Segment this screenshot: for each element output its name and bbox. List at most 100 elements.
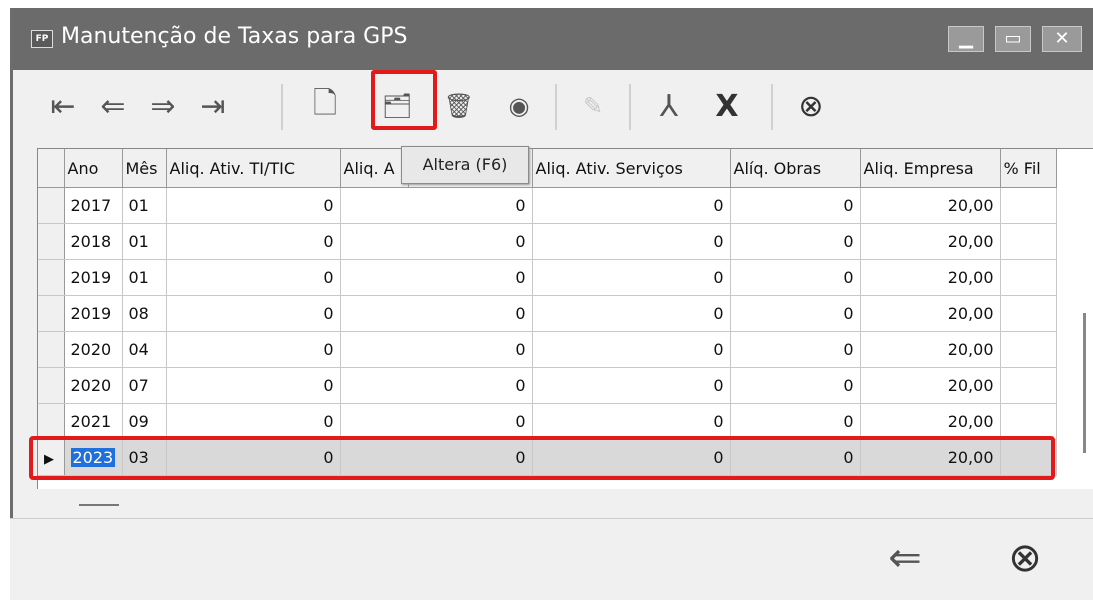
cell-aliq-a[interactable]: 0 [340, 223, 533, 260]
cell-aliq-a[interactable]: 0 [340, 259, 533, 296]
cell-aliq-empresa[interactable]: 20,00 [860, 223, 1001, 260]
cell-mes[interactable]: 01 [122, 223, 167, 260]
cell-ano[interactable]: 2019 [64, 259, 123, 296]
cell-fil[interactable] [1000, 187, 1057, 224]
cell-aliq-obras[interactable]: 0 [730, 223, 861, 260]
column-header-aliq-ti[interactable]: Aliq. Ativ. TI/TIC [166, 149, 341, 188]
first-record-button[interactable]: ⇤ [41, 82, 85, 130]
column-header-fil[interactable]: % Fil [1000, 149, 1057, 188]
next-record-button[interactable]: ⇒ [141, 82, 185, 130]
cell-mes[interactable]: 07 [122, 367, 167, 404]
cell-ano[interactable]: 2017 [64, 187, 123, 224]
cell-ano[interactable]: 2020 [64, 367, 123, 404]
previous-record-button[interactable]: ⇐ [91, 82, 135, 130]
cell-fil[interactable] [1000, 223, 1057, 260]
close-toolbar-button[interactable]: ⊗ [789, 82, 833, 130]
minimize-button[interactable]: ▁ [948, 26, 984, 52]
cell-aliq-a[interactable]: 0 [340, 187, 533, 224]
table-row[interactable]: 2020 07 0 0 0 0 20,00 [38, 367, 1057, 404]
cell-mes[interactable]: 04 [122, 331, 167, 368]
cell-mes[interactable]: 01 [122, 259, 167, 296]
cell-aliq-obras[interactable]: 0 [730, 259, 861, 296]
cell-aliq-empresa[interactable]: 20,00 [860, 367, 1001, 404]
cell-aliq-ti[interactable]: 0 [166, 259, 341, 296]
cell-aliq-empresa[interactable]: 20,00 [860, 295, 1001, 332]
next-record-icon: ⇒ [150, 88, 176, 124]
cell-aliq-servicos[interactable]: 0 [532, 259, 731, 296]
cell-aliq-obras[interactable]: 0 [730, 187, 861, 224]
cell-fil[interactable] [1000, 331, 1057, 368]
back-button[interactable]: ⇐ [880, 533, 930, 583]
cell-aliq-obras[interactable]: 0 [730, 331, 861, 368]
cell-mes[interactable]: 09 [122, 403, 167, 440]
cell-aliq-a[interactable]: 0 [340, 295, 533, 332]
cell-aliq-ti[interactable]: 0 [166, 187, 341, 224]
cell-aliq-empresa[interactable]: 20,00 [860, 259, 1001, 296]
row-indicator [38, 259, 65, 296]
cell-aliq-empresa[interactable]: 20,00 [860, 331, 1001, 368]
column-header-ano[interactable]: Ano [64, 149, 123, 188]
delete-record-button[interactable]: 🗑 [437, 82, 481, 130]
cell-aliq-servicos[interactable]: 0 [532, 403, 731, 440]
cell-ano[interactable]: 2020 [64, 331, 123, 368]
edit-button-highlight [371, 70, 437, 130]
cell-aliq-servicos[interactable]: 0 [532, 331, 731, 368]
cell-aliq-a[interactable]: 0 [340, 367, 533, 404]
excel-export-button[interactable]: X [705, 82, 749, 130]
table-row[interactable]: 2019 08 0 0 0 0 20,00 [38, 295, 1057, 332]
title-bar[interactable]: FP Manutenção de Taxas para GPS ▁ ▭ ✕ [13, 8, 1093, 70]
close-icon: ✕ [1054, 28, 1070, 49]
cell-mes[interactable]: 08 [122, 295, 167, 332]
column-header-mes[interactable]: Mês [122, 149, 167, 188]
cell-aliq-empresa[interactable]: 20,00 [860, 187, 1001, 224]
vertical-scrollbar[interactable] [1083, 313, 1086, 453]
cell-aliq-ti[interactable]: 0 [166, 367, 341, 404]
table-row[interactable]: 2019 01 0 0 0 0 20,00 [38, 259, 1057, 296]
cell-aliq-obras[interactable]: 0 [730, 403, 861, 440]
first-record-icon: ⇤ [50, 88, 76, 124]
column-header-aliq-empresa[interactable]: Aliq. Empresa [860, 149, 1001, 188]
maximize-button[interactable]: ▭ [995, 26, 1031, 52]
close-button[interactable]: ⊗ [1000, 533, 1050, 583]
cell-aliq-ti[interactable]: 0 [166, 223, 341, 260]
new-record-button[interactable]: 🗋 [303, 82, 347, 130]
column-header-aliq-obras[interactable]: Alíq. Obras [730, 149, 861, 188]
cell-aliq-servicos[interactable]: 0 [532, 187, 731, 224]
cell-fil[interactable] [1000, 259, 1057, 296]
cell-aliq-obras[interactable]: 0 [730, 295, 861, 332]
view-record-button[interactable]: ◉ [497, 82, 541, 130]
cell-aliq-a[interactable]: 0 [340, 403, 533, 440]
cell-aliq-ti[interactable]: 0 [166, 331, 341, 368]
toolbar-separator [555, 84, 557, 130]
indicator-header [38, 149, 65, 188]
eye-icon: ◉ [508, 92, 530, 120]
edit-disabled-button[interactable]: ✎ [571, 82, 615, 130]
cell-fil[interactable] [1000, 367, 1057, 404]
table-row[interactable]: 2020 04 0 0 0 0 20,00 [38, 331, 1057, 368]
table-row[interactable]: 2017 01 0 0 0 0 20,00 [38, 187, 1057, 224]
table-row[interactable]: 2021 09 0 0 0 0 20,00 [38, 403, 1057, 440]
cell-aliq-ti[interactable]: 0 [166, 403, 341, 440]
cell-aliq-ti[interactable]: 0 [166, 295, 341, 332]
cell-mes[interactable]: 01 [122, 187, 167, 224]
cell-aliq-servicos[interactable]: 0 [532, 223, 731, 260]
cell-ano[interactable]: 2018 [64, 223, 123, 260]
cell-aliq-obras[interactable]: 0 [730, 367, 861, 404]
cell-aliq-empresa[interactable]: 20,00 [860, 403, 1001, 440]
cell-aliq-servicos[interactable]: 0 [532, 295, 731, 332]
pdf-export-button[interactable]: ⅄ [647, 82, 691, 130]
table-row[interactable]: 2018 01 0 0 0 0 20,00 [38, 223, 1057, 260]
cell-aliq-a[interactable]: 0 [340, 331, 533, 368]
cell-ano[interactable]: 2021 [64, 403, 123, 440]
row-indicator [38, 367, 65, 404]
last-record-button[interactable]: ⇥ [191, 82, 235, 130]
maximize-icon: ▭ [1004, 28, 1022, 49]
column-header-aliq-a[interactable]: Aliq. A [340, 149, 409, 188]
cell-aliq-servicos[interactable]: 0 [532, 367, 731, 404]
column-header-aliq-servicos[interactable]: Aliq. Ativ. Serviços [532, 149, 731, 188]
cell-fil[interactable] [1000, 295, 1057, 332]
cell-ano[interactable]: 2019 [64, 295, 123, 332]
cell-fil[interactable] [1000, 403, 1057, 440]
close-window-button[interactable]: ✕ [1042, 26, 1082, 52]
dialog-window: FP Manutenção de Taxas para GPS ▁ ▭ ✕ ⇤ … [10, 8, 1093, 599]
